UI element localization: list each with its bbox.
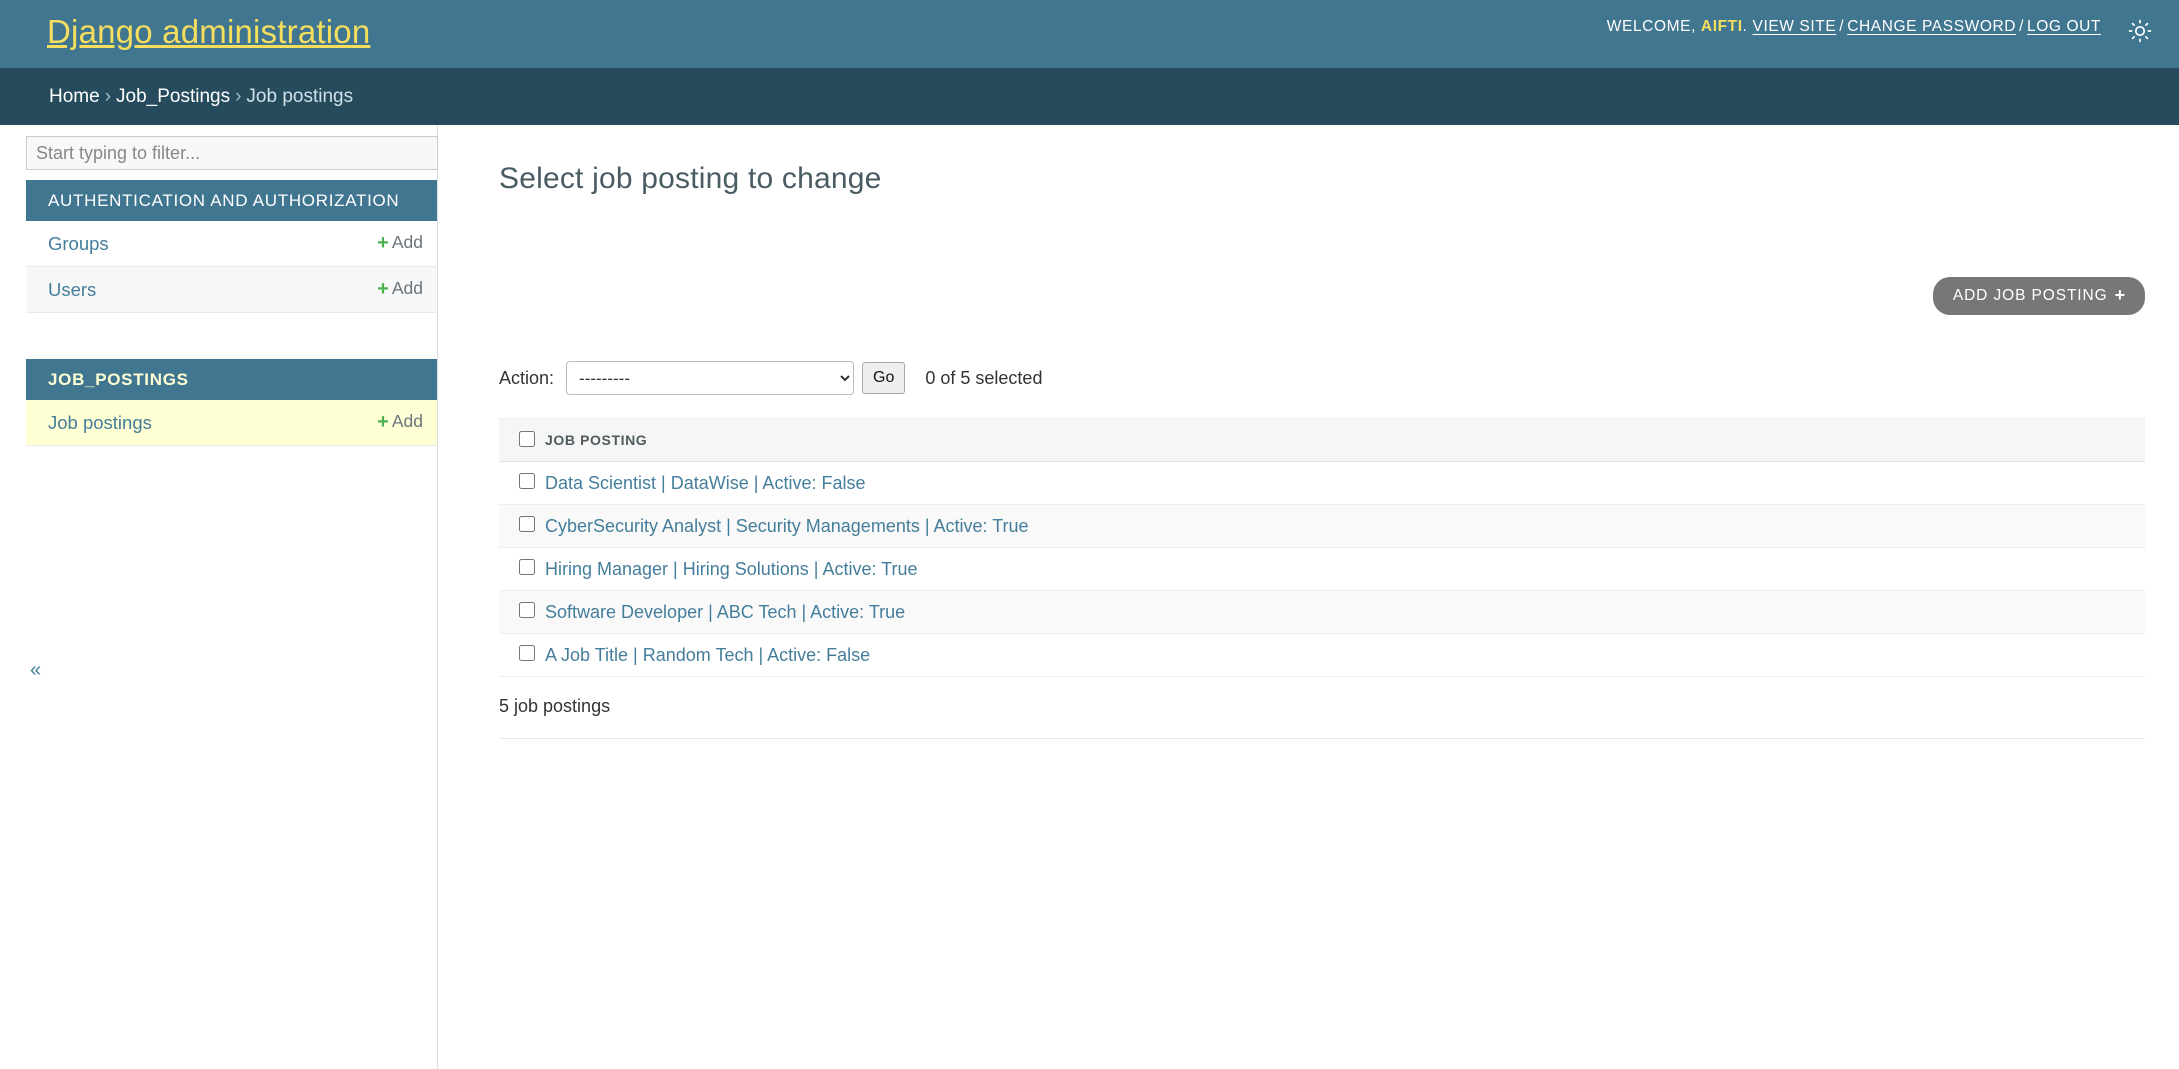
sidebar-item-groups[interactable]: Groups + Add bbox=[26, 221, 437, 267]
go-button[interactable]: Go bbox=[862, 362, 906, 394]
table-row: Software Developer | ABC Tech | Active: … bbox=[499, 590, 2145, 634]
sidebar-item-job-postings[interactable]: Job postings + Add bbox=[26, 400, 437, 446]
nav-sidebar: AUTHENTICATION AND AUTHORIZATION Groups … bbox=[26, 125, 438, 1069]
sidebar-item-label-groups[interactable]: Groups bbox=[26, 233, 109, 255]
add-label-groups: Add bbox=[391, 232, 423, 252]
row-select-cell bbox=[499, 590, 545, 634]
breadcrumb-current: Job postings bbox=[246, 86, 354, 107]
change-password-link[interactable]: CHANGE PASSWORD bbox=[1847, 18, 2016, 35]
site-title-link[interactable]: Django administration bbox=[47, 13, 370, 50]
action-select[interactable]: --------- bbox=[566, 361, 855, 395]
row-link[interactable]: A Job Title | Random Tech | Active: Fals… bbox=[545, 645, 870, 665]
plus-icon: + bbox=[2114, 285, 2126, 305]
row-checkbox[interactable] bbox=[519, 558, 535, 575]
add-label-users: Add bbox=[391, 278, 423, 298]
separator-2: / bbox=[2019, 18, 2025, 35]
column-header-job-posting[interactable]: JOB POSTING bbox=[545, 418, 2145, 462]
row-link[interactable]: Software Developer | ABC Tech | Active: … bbox=[545, 602, 905, 622]
row-select-cell bbox=[499, 461, 545, 505]
changelist-form: Action: --------- Go 0 of 5 selected JOB… bbox=[499, 354, 2145, 757]
main-container: AUTHENTICATION AND AUTHORIZATION Groups … bbox=[0, 125, 2179, 1069]
results-table-head: JOB POSTING bbox=[499, 418, 2145, 462]
row-checkbox[interactable] bbox=[519, 515, 535, 532]
object-tools: ADD JOB POSTING + bbox=[1932, 277, 2145, 315]
results-table-body: Data Scientist | DataWise | Active: Fals… bbox=[499, 461, 2145, 677]
plus-icon: + bbox=[377, 232, 389, 254]
results-table: JOB POSTING Data Scientist | DataWise | … bbox=[499, 418, 2145, 677]
add-label-job-postings: Add bbox=[391, 411, 423, 431]
period: . bbox=[1742, 18, 1748, 35]
sidebar-item-label-users[interactable]: Users bbox=[26, 279, 96, 301]
content-main: Select job posting to change ADD JOB POS… bbox=[438, 125, 2179, 1069]
plus-icon: + bbox=[377, 278, 389, 300]
username-label: AIFTI bbox=[1700, 18, 1743, 35]
app-spacer bbox=[26, 313, 437, 359]
row-cell-job-posting: CyberSecurity Analyst | Security Managem… bbox=[545, 504, 2145, 548]
breadcrumb-sep-2: › bbox=[235, 86, 242, 107]
sidebar-item-users[interactable]: Users + Add bbox=[26, 267, 437, 313]
table-header-row: JOB POSTING bbox=[499, 418, 2145, 462]
row-select-cell bbox=[499, 547, 545, 591]
table-row: A Job Title | Random Tech | Active: Fals… bbox=[499, 633, 2145, 677]
breadcrumb-home[interactable]: Home bbox=[49, 86, 100, 107]
add-link-users[interactable]: + Add bbox=[377, 278, 423, 301]
actions-bar: Action: --------- Go 0 of 5 selected bbox=[499, 354, 2145, 402]
log-out-link[interactable]: LOG OUT bbox=[2027, 18, 2101, 35]
table-row: CyberSecurity Analyst | Security Managem… bbox=[499, 504, 2145, 548]
breadcrumb-app[interactable]: Job_Postings bbox=[116, 86, 230, 107]
sidebar-item-label-job-postings[interactable]: Job postings bbox=[26, 412, 152, 434]
add-button-label: ADD JOB POSTING bbox=[1952, 287, 2108, 304]
user-tools: WELCOME, AIFTI. VIEW SITE / CHANGE PASSWOR… bbox=[1607, 18, 2101, 36]
row-checkbox[interactable] bbox=[519, 601, 535, 618]
table-row: Hiring Manager | Hiring Solutions | Acti… bbox=[499, 547, 2145, 591]
row-select-cell bbox=[499, 633, 545, 677]
row-link[interactable]: Hiring Manager | Hiring Solutions | Acti… bbox=[545, 559, 918, 579]
view-site-link[interactable]: VIEW SITE bbox=[1753, 18, 1837, 35]
branding: Django administration bbox=[47, 6, 370, 58]
add-link-groups[interactable]: + Add bbox=[377, 232, 423, 255]
row-cell-job-posting: Hiring Manager | Hiring Solutions | Acti… bbox=[545, 547, 2145, 591]
add-job-posting-button[interactable]: ADD JOB POSTING + bbox=[1932, 277, 2145, 315]
table-row: Data Scientist | DataWise | Active: Fals… bbox=[499, 461, 2145, 505]
app-block-auth: AUTHENTICATION AND AUTHORIZATION Groups … bbox=[26, 180, 437, 313]
row-cell-job-posting: A Job Title | Random Tech | Active: Fals… bbox=[545, 633, 2145, 677]
plus-icon: + bbox=[377, 411, 389, 433]
paginator-count: 5 job postings bbox=[499, 677, 2145, 739]
row-checkbox[interactable] bbox=[519, 472, 535, 489]
separator-1: / bbox=[1839, 18, 1845, 35]
sun-icon[interactable] bbox=[2123, 14, 2157, 48]
app-block-job-postings: JOB_POSTINGS Job postings + Add bbox=[26, 359, 437, 446]
welcome-text: WELCOME, bbox=[1606, 18, 1696, 35]
select-all-checkbox[interactable] bbox=[519, 430, 535, 447]
breadcrumb: Home › Job_Postings › Job postings bbox=[0, 68, 2179, 125]
breadcrumb-sep-1: › bbox=[104, 86, 112, 107]
selection-counter: 0 of 5 selected bbox=[925, 367, 1043, 388]
row-link[interactable]: CyberSecurity Analyst | Security Managem… bbox=[545, 516, 1029, 536]
select-all-column bbox=[499, 418, 545, 462]
row-select-cell bbox=[499, 504, 545, 548]
app-caption-auth[interactable]: AUTHENTICATION AND AUTHORIZATION bbox=[26, 180, 437, 221]
sidebar-filter-input[interactable] bbox=[26, 136, 438, 170]
row-cell-job-posting: Data Scientist | DataWise | Active: Fals… bbox=[545, 461, 2145, 505]
sidebar-collapse-icon[interactable]: « bbox=[30, 660, 41, 680]
page-title: Select job posting to change bbox=[499, 162, 882, 195]
row-link[interactable]: Data Scientist | DataWise | Active: Fals… bbox=[545, 473, 865, 493]
row-cell-job-posting: Software Developer | ABC Tech | Active: … bbox=[545, 590, 2145, 634]
add-link-job-postings[interactable]: + Add bbox=[377, 411, 423, 434]
site-header: Django administration WELCOME, AIFTI. VI… bbox=[0, 0, 2179, 68]
row-checkbox[interactable] bbox=[519, 644, 535, 661]
app-caption-job-postings[interactable]: JOB_POSTINGS bbox=[26, 359, 437, 400]
action-label: Action: bbox=[499, 367, 555, 388]
